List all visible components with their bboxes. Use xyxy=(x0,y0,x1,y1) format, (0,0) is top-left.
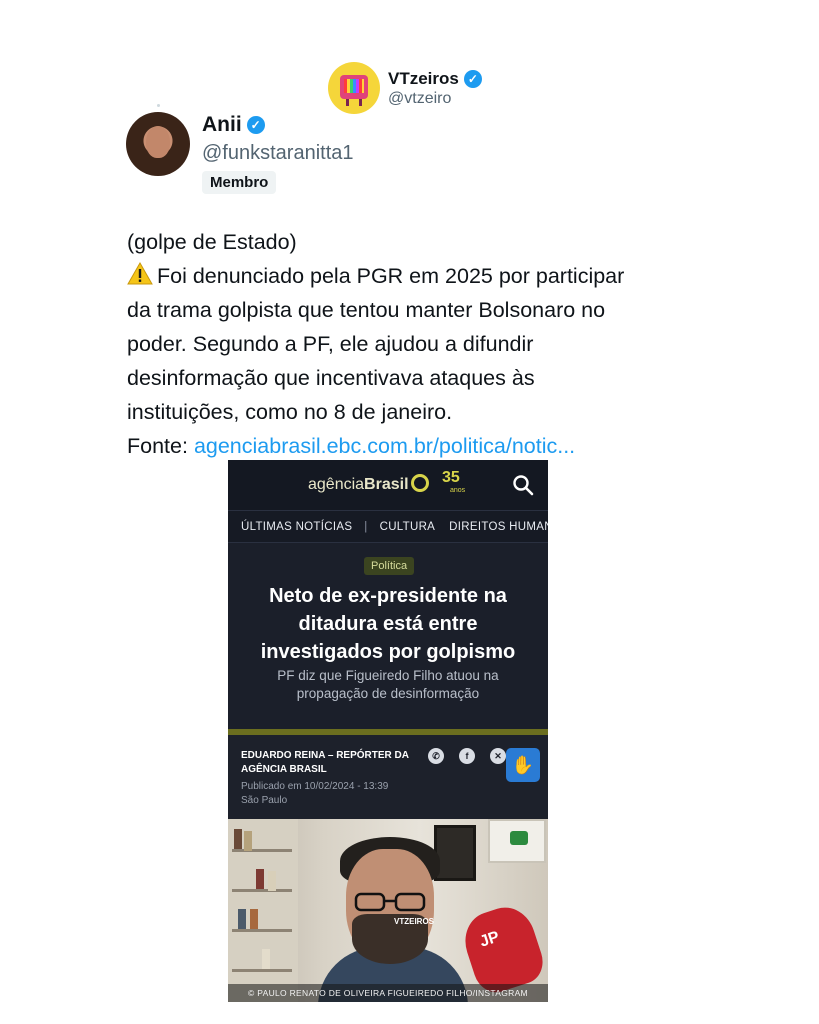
nav-item: DIREITOS HUMANOS xyxy=(449,520,548,533)
watermark-avatar xyxy=(328,62,380,114)
tweet-line: instituições, como no 8 de janeiro. xyxy=(127,400,453,424)
article-meta: EDUARDO REINA – REPÓRTER DA AGÊNCIA BRAS… xyxy=(228,735,548,819)
author-name[interactable]: Anii xyxy=(202,113,242,137)
article-published: Publicado em 10/02/2024 - 13:39 São Paul… xyxy=(241,781,389,806)
nav-item: CULTURA xyxy=(379,520,436,533)
search-icon xyxy=(512,474,534,496)
article-hero: Política Neto de ex-presidente na ditadu… xyxy=(228,543,548,729)
tweet-line-warning: Foi denunciado pela PGR em 2025 por part… xyxy=(127,259,727,293)
article-photo: JP VTZEIROS © PAULO RENATO DE OLIVEIRA F… xyxy=(228,819,548,1002)
source-label: Fonte: xyxy=(127,434,194,458)
tweet-line: poder. Segundo a PF, ele ajudou a difund… xyxy=(127,332,534,356)
watermark-account: VTzeiros ✓ @vtzeiro xyxy=(328,62,482,114)
photo-watermark: VTZEIROS xyxy=(394,917,435,926)
category-tag: Política xyxy=(364,557,415,575)
x-icon: ✕ xyxy=(490,748,506,764)
verified-icon: ✓ xyxy=(246,116,265,134)
avatar[interactable] xyxy=(126,112,190,176)
member-badge: Membro xyxy=(202,171,277,194)
article-header: agênciaBrasil 35 anos xyxy=(228,460,548,510)
tweet-line: (golpe de Estado) xyxy=(127,230,297,254)
article-headline: Neto de ex-presidente na ditadura está e… xyxy=(260,585,516,663)
tweet-line: Foi denunciado pela PGR em 2025 por part… xyxy=(157,264,625,288)
tweet-line: desinformação que incentivava ataques às xyxy=(127,366,535,390)
article-subhead: PF diz que Figueiredo Filho atuou na pro… xyxy=(277,668,499,701)
anniversary-label: anos xyxy=(450,487,466,494)
tweet-text: (golpe de Estado) Foi denunciado pela PG… xyxy=(127,225,727,463)
warning-icon xyxy=(127,261,153,285)
photo-credit: © PAULO RENATO DE OLIVEIRA FIGUEIREDO FI… xyxy=(228,984,548,1002)
agencia-brasil-logo: agênciaBrasil xyxy=(308,474,429,494)
facebook-icon: f xyxy=(459,748,475,764)
source-line: Fonte: agenciabrasil.ebc.com.br/politica… xyxy=(127,429,727,463)
watermark-name: VTzeiros xyxy=(388,68,459,88)
anniversary-number: 35 xyxy=(442,469,460,486)
divider-dot xyxy=(157,104,160,107)
article-screenshot[interactable]: agênciaBrasil 35 anos ÚLTIMAS NOTÍCIAS |… xyxy=(228,460,548,1002)
author-handle[interactable]: @funkstaranitta1 xyxy=(202,142,354,165)
accessibility-icon: ✋ xyxy=(506,748,540,782)
whatsapp-icon: ✆ xyxy=(428,748,444,764)
tweet-author[interactable]: Anii ✓ @funkstaranitta1 Membro xyxy=(126,112,354,194)
article-author: EDUARDO REINA – REPÓRTER DA AGÊNCIA BRAS… xyxy=(241,750,409,775)
tweet-line: da trama golpista que tentou manter Bols… xyxy=(127,298,606,322)
watermark-handle: @vtzeiro xyxy=(388,89,452,107)
nav-item: ÚLTIMAS NOTÍCIAS xyxy=(241,520,353,533)
verified-icon: ✓ xyxy=(463,69,482,88)
source-link[interactable]: agenciabrasil.ebc.com.br/politica/notic.… xyxy=(194,434,575,458)
article-nav: ÚLTIMAS NOTÍCIAS | CULTURA DIREITOS HUMA… xyxy=(228,510,548,543)
